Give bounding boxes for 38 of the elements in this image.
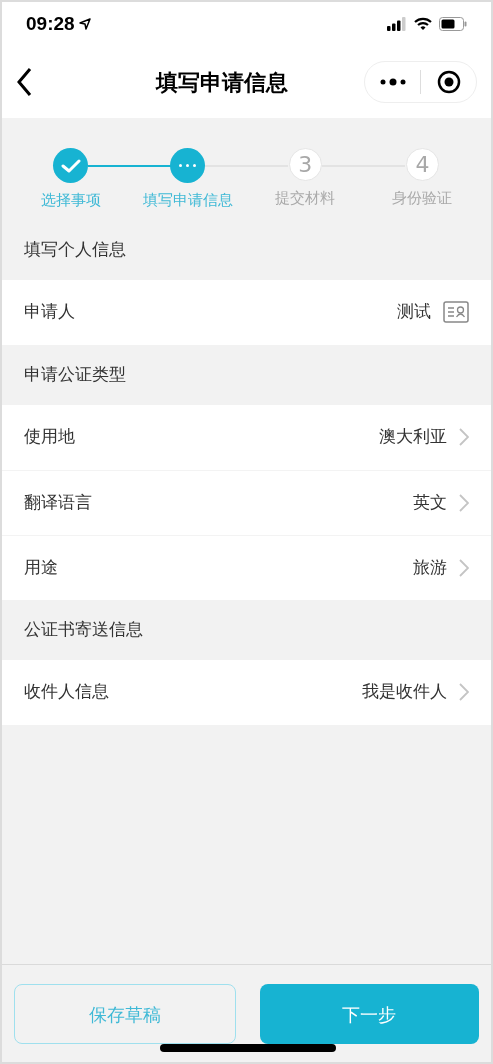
step-label: 身份验证	[392, 188, 453, 209]
row-value: 澳大利亚	[379, 425, 447, 449]
step-label: 填写申请信息	[142, 190, 233, 211]
row-value: 旅游	[413, 555, 447, 579]
id-card-icon	[443, 301, 469, 323]
row-label: 使用地	[24, 425, 75, 449]
battery-icon	[439, 17, 467, 31]
row-label: 用途	[24, 555, 58, 579]
form-row[interactable]: 申请人 测试	[2, 279, 491, 345]
more-icon	[379, 78, 406, 86]
row-label: 收件人信息	[24, 680, 109, 704]
row-value: 测试	[397, 300, 431, 324]
row-label: 申请人	[24, 300, 75, 324]
wifi-icon	[414, 17, 432, 31]
location-icon	[78, 18, 91, 30]
form-row[interactable]: 收件人信息 我是收件人	[2, 659, 491, 725]
clock: 09:28	[26, 11, 75, 36]
step-number: 3	[288, 148, 322, 181]
form-row[interactable]: 用途 旅游	[2, 534, 491, 600]
target-icon	[436, 70, 461, 94]
section-title: 填写个人信息	[24, 237, 126, 261]
signal-icon	[387, 17, 407, 31]
section-title: 申请公证类型	[24, 362, 126, 386]
row-value: 我是收件人	[362, 680, 447, 704]
chevron-right-icon	[459, 683, 469, 701]
row-value: 英文	[413, 490, 447, 514]
page-title: 填写申请信息	[156, 68, 288, 97]
section-title: 公证书寄送信息	[24, 617, 143, 641]
step-label: 提交材料	[275, 188, 336, 209]
chevron-right-icon	[459, 558, 469, 577]
form-row[interactable]: 使用地 澳大利亚	[2, 404, 491, 470]
step-number: 4	[405, 148, 439, 181]
form-row[interactable]: 翻译语言 英文	[2, 469, 491, 535]
chevron-right-icon	[459, 493, 469, 512]
back-icon	[16, 67, 32, 97]
step-label: 选择事项	[40, 190, 101, 211]
row-label: 翻译语言	[24, 490, 92, 514]
chevron-right-icon	[459, 428, 469, 446]
